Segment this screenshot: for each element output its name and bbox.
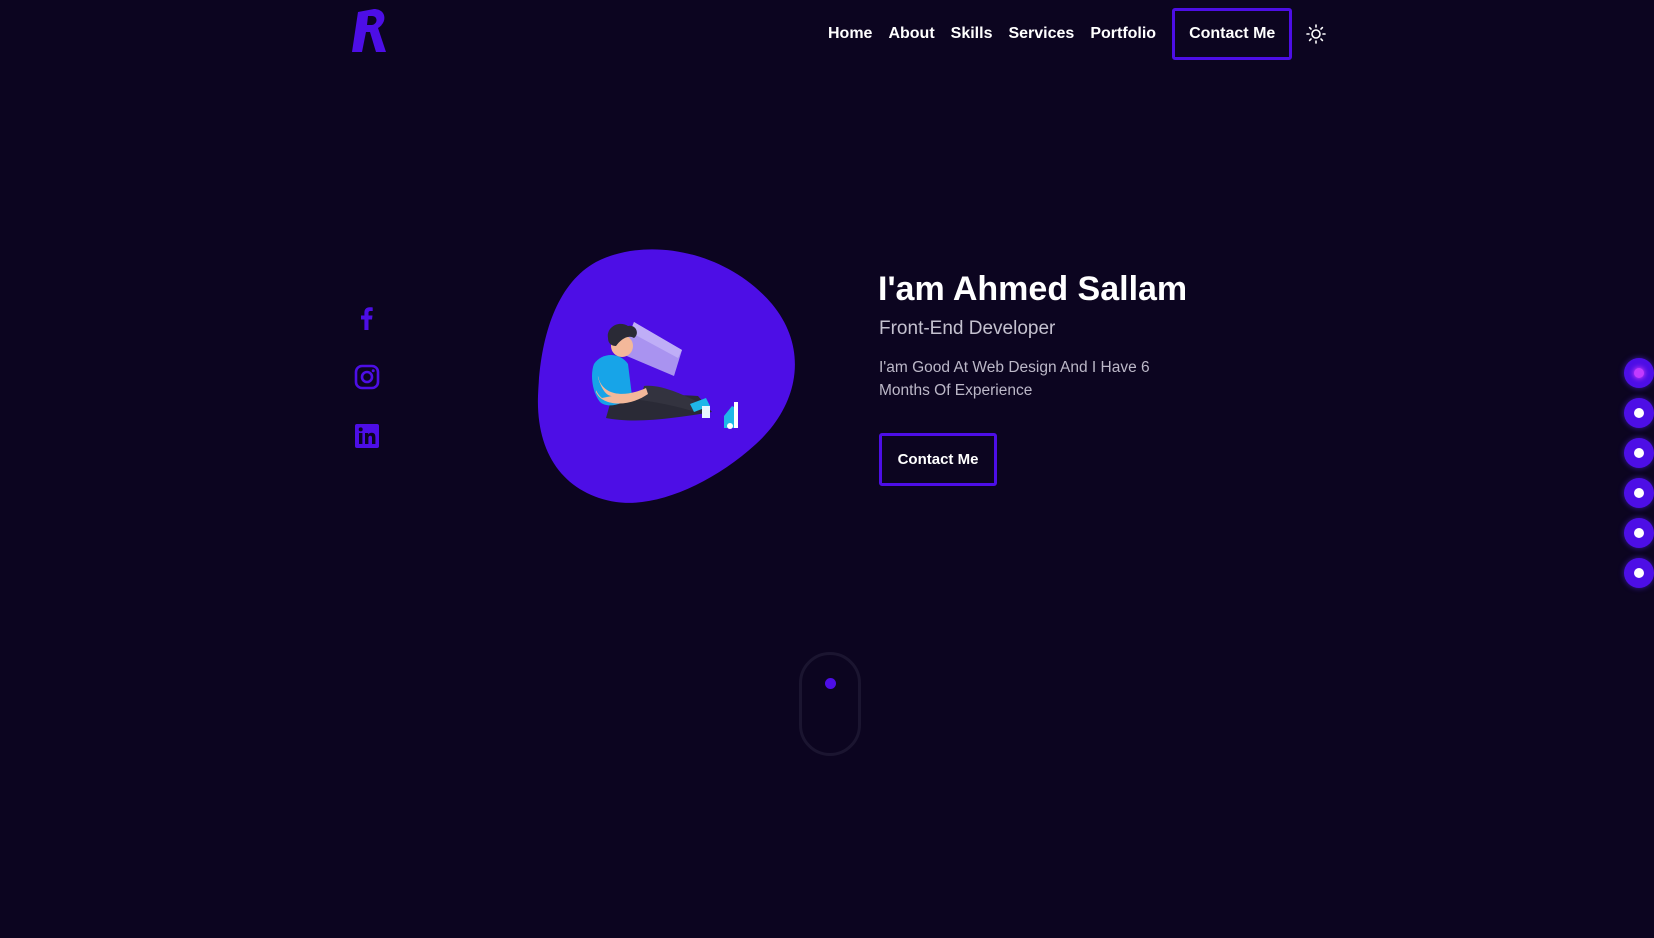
hero-contact-button[interactable]: Contact Me [879, 433, 997, 486]
hero-subtitle: Front-End Developer [879, 318, 1056, 339]
developer-with-laptop-illustration [537, 249, 795, 503]
facebook-icon[interactable] [354, 305, 380, 331]
main-nav: Home About Skills Services Portfolio Con… [828, 8, 1293, 60]
instagram-icon[interactable] [354, 364, 380, 390]
hero-description: I'am Good At Web Design And I Have 6 Mon… [879, 359, 1150, 399]
sun-icon[interactable] [1306, 24, 1326, 44]
section-dot-3[interactable] [1624, 438, 1654, 468]
r-logo-icon[interactable] [352, 6, 392, 56]
linkedin-icon[interactable] [354, 423, 380, 449]
nav-portfolio[interactable]: Portfolio [1090, 25, 1156, 43]
page: Home About Skills Services Portfolio Con… [0, 0, 1654, 938]
nav-skills[interactable]: Skills [951, 25, 993, 43]
nav-services[interactable]: Services [1008, 25, 1074, 43]
nav-contact-button[interactable]: Contact Me [1172, 8, 1293, 60]
section-dot-1[interactable] [1624, 358, 1654, 388]
section-dot-4[interactable] [1624, 478, 1654, 508]
scroll-wheel-dot [825, 678, 836, 689]
nav-about[interactable]: About [888, 25, 934, 43]
section-dot-2[interactable] [1624, 398, 1654, 428]
hero-title: I'am Ahmed Sallam [878, 270, 1188, 308]
nav-home[interactable]: Home [828, 25, 872, 43]
section-dot-5[interactable] [1624, 518, 1654, 548]
section-dot-6[interactable] [1624, 558, 1654, 588]
scroll-mouse-icon[interactable] [799, 652, 861, 756]
